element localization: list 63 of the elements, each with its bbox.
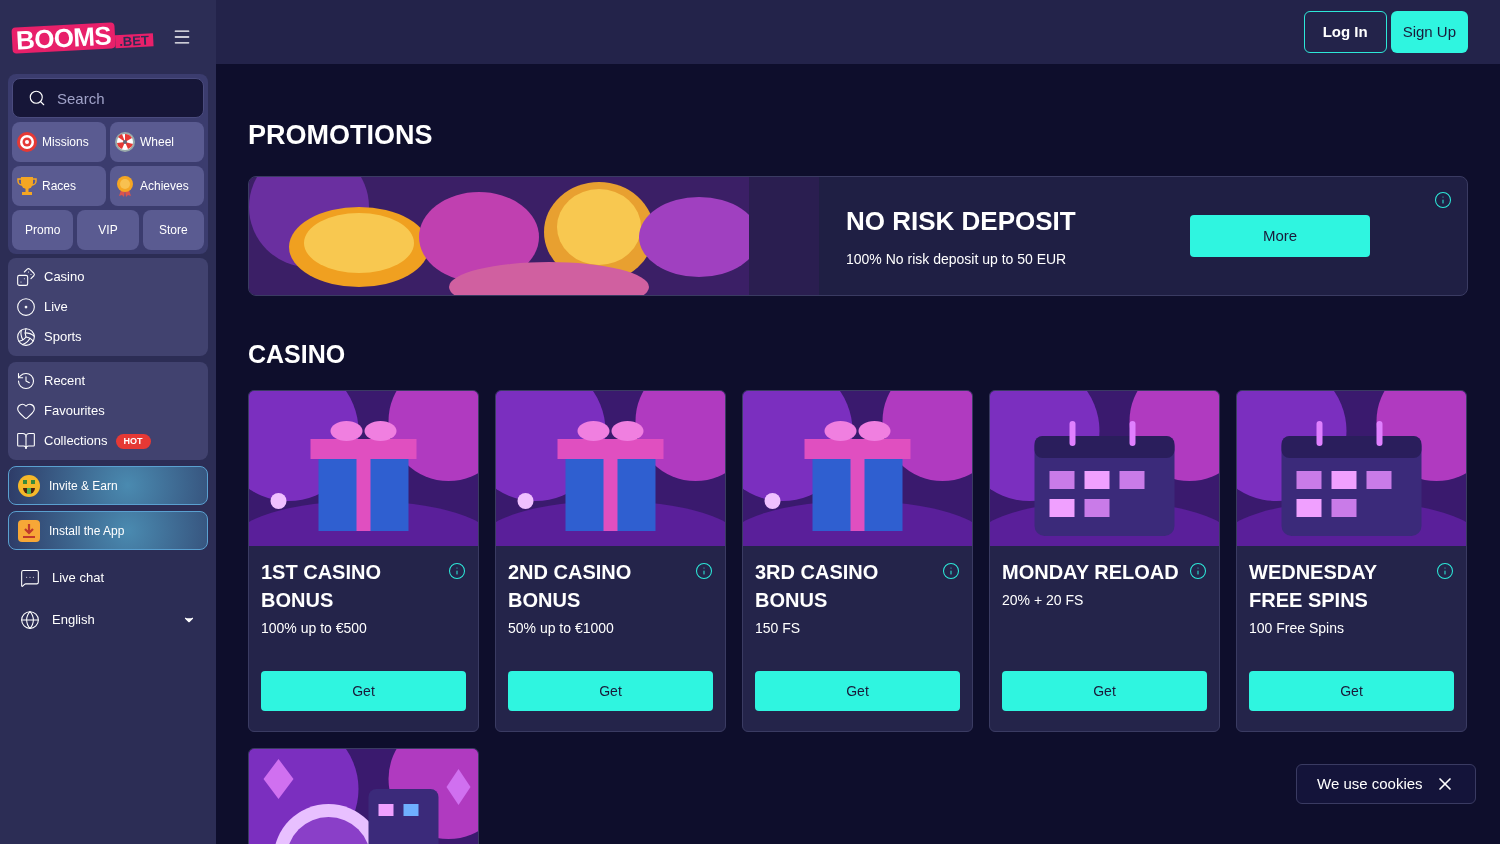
card-text: 100% up to €500 — [261, 619, 368, 638]
target-icon — [16, 131, 38, 153]
globe-icon — [20, 610, 40, 630]
history-icon — [16, 371, 36, 391]
card-text: 20% + 20 FS — [1002, 591, 1085, 610]
info-icon[interactable] — [1189, 562, 1207, 580]
promo-title: NO RISK DEPOSIT — [846, 205, 1077, 238]
quick-link[interactable]: Races — [12, 166, 106, 206]
card-text: 150 FS — [755, 619, 802, 638]
cookie-text: We use cookies — [1317, 773, 1423, 794]
card-text: 50% up to €1000 — [508, 619, 615, 638]
live-chat-link[interactable]: Live chat — [8, 558, 208, 598]
promo-text: 100% No risk deposit up to 50 EUR — [846, 250, 1068, 269]
book-icon — [16, 431, 36, 451]
quick-link[interactable]: Wheel — [110, 122, 204, 162]
search-field[interactable]: Search — [12, 78, 204, 118]
wheel-icon — [114, 131, 136, 153]
trophy-icon — [16, 175, 38, 197]
menu-link[interactable]: Promo — [12, 210, 74, 250]
info-icon[interactable] — [1434, 191, 1452, 209]
get-button[interactable]: Get — [1002, 671, 1207, 711]
section-title: CASINO — [248, 339, 347, 370]
card-title: 1ST CASINO BONUS — [261, 560, 383, 613]
nav-item[interactable]: Collections — [16, 431, 108, 451]
heart-icon — [16, 401, 36, 421]
money-face-icon — [17, 473, 41, 498]
promo-banner[interactable]: Invite & Earn — [8, 466, 208, 505]
menu-link[interactable]: Store — [142, 210, 204, 250]
get-button[interactable]: Get — [755, 671, 960, 711]
live-icon — [16, 297, 36, 317]
signup-button[interactable]: Sign Up — [1390, 11, 1468, 53]
get-button[interactable]: Get — [261, 671, 466, 711]
dice-icon — [16, 267, 36, 287]
nav-item[interactable]: Live — [16, 292, 200, 322]
get-button[interactable]: Get — [1249, 671, 1454, 711]
card-title: 3RD CASINO BONUS — [755, 560, 880, 613]
menu-link[interactable]: VIP — [77, 210, 139, 250]
section-title: PROMOTIONS — [248, 119, 434, 151]
info-icon[interactable] — [695, 562, 713, 580]
login-button[interactable]: Log In — [1303, 11, 1387, 53]
ball-icon — [16, 327, 36, 347]
get-button[interactable]: Get — [508, 671, 713, 711]
card-title: 2ND CASINO BONUS — [508, 560, 633, 613]
info-icon[interactable] — [942, 562, 960, 580]
nav-item[interactable]: Sports — [16, 322, 200, 352]
hot-badge: HOT — [115, 433, 151, 449]
language-selector[interactable]: English — [20, 610, 95, 630]
download-icon — [17, 518, 41, 543]
medal-icon — [114, 175, 136, 197]
quick-link[interactable]: Missions — [12, 122, 106, 162]
more-button[interactable]: More — [1190, 215, 1370, 257]
search-icon — [28, 89, 46, 107]
card-title: MONDAY RELOAD — [1002, 560, 1179, 585]
promo-banner[interactable]: Install the App — [8, 511, 208, 550]
quick-link[interactable]: Achieves — [110, 166, 204, 206]
card-title: WEDNESDAY FREE SPINS — [1249, 560, 1378, 613]
nav-item[interactable]: Recent — [16, 371, 86, 391]
info-icon[interactable] — [1436, 562, 1454, 580]
card-text: 100 Free Spins — [1249, 619, 1345, 638]
nav-item[interactable]: Casino — [16, 262, 200, 292]
info-icon[interactable] — [448, 562, 466, 580]
nav-item[interactable]: Favourites — [16, 401, 105, 421]
chat-icon — [20, 568, 40, 588]
